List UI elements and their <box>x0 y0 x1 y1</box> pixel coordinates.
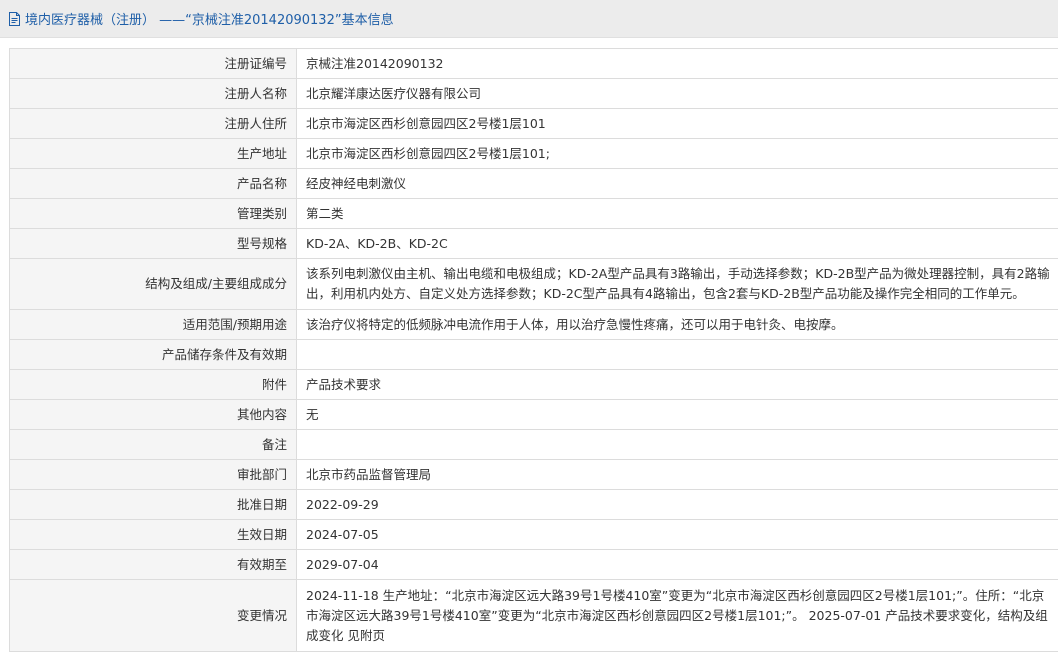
row-label: 生产地址 <box>9 138 297 169</box>
row-label: 有效期至 <box>9 549 297 580</box>
info-table-container: 注册证编号 京械注准20142090132 注册人名称 北京耀洋康达医疗仪器有限公司注… <box>0 38 1058 652</box>
row-label: 其他内容 <box>9 399 297 430</box>
row-value: 该治疗仪将特定的低频脉冲电流作用于人体，用以治疗急慢性疼痛，还可以用于电针灸、电… <box>296 309 1058 340</box>
row-value: 无 <box>296 399 1058 430</box>
row-value: 2024-07-05 <box>296 519 1058 550</box>
table-row-expiry-date: 有效期至 2029-07-04 <box>9 549 1058 580</box>
table-row-structure: 结构及组成/主要组成成分 该系列电刺激仪由主机、输出电缆和电极组成；KD-2A型产… <box>9 258 1058 310</box>
row-label: 变更情况 <box>9 579 297 652</box>
table-row-registrant-name: 注册人名称 北京耀洋康达医疗仪器有限公司 <box>9 78 1058 109</box>
table-row-other: 其他内容无 <box>9 399 1058 430</box>
row-label: 注册人名称 <box>9 78 297 109</box>
row-label: 产品储存条件及有效期 <box>9 339 297 370</box>
table-row-model-spec: 型号规格 KD-2A、KD-2B、KD-2C <box>9 228 1058 259</box>
table-row-remarks: 备注 <box>9 429 1058 460</box>
row-value: 京械注准20142090132 <box>296 48 1058 79</box>
row-value <box>296 429 1058 460</box>
row-value: 经皮神经电刺激仪 <box>296 168 1058 199</box>
row-label: 注册证编号 <box>9 48 297 79</box>
page-title: 境内医疗器械（注册） ——“京械注准20142090132”基本信息 <box>25 13 394 28</box>
row-label: 注册人住所 <box>9 108 297 139</box>
row-label: 生效日期 <box>9 519 297 550</box>
table-row-production-address: 生产地址 北京市海淀区西杉创意园四区2号楼1层101; <box>9 138 1058 169</box>
table-row-attachment: 附件 产品技术要求 <box>9 369 1058 400</box>
row-label: 管理类别 <box>9 198 297 229</box>
row-label: 备注 <box>9 429 297 460</box>
table-row-registrant-address: 注册人住所 北京市海淀区西杉创意园四区2号楼1层101 <box>9 108 1058 139</box>
row-value: 北京耀洋康达医疗仪器有限公司 <box>296 78 1058 109</box>
row-value: 产品技术要求 <box>296 369 1058 400</box>
document-icon <box>8 11 22 26</box>
table-row-storage: 产品储存条件及有效期 <box>9 339 1058 370</box>
row-value: 该系列电刺激仪由主机、输出电缆和电极组成；KD-2A型产品具有3路输出，手动选择… <box>296 258 1058 310</box>
table-row-change-history: 变更情况 2024-11-18 生产地址：“北京市海淀区远大路39号1号楼410室… <box>9 579 1058 652</box>
table-row-product-name: 产品名称 经皮神经电刺激仪 <box>9 168 1058 199</box>
row-value: 2024-11-18 生产地址：“北京市海淀区远大路39号1号楼410室”变更为… <box>296 579 1058 652</box>
table-row-effective-date: 生效日期 2024-07-05 <box>9 519 1058 550</box>
page-header: 境内医疗器械（注册） ——“京械注准20142090132”基本信息 <box>0 0 1058 38</box>
row-value: 北京市海淀区西杉创意园四区2号楼1层101 <box>296 108 1058 139</box>
row-label: 审批部门 <box>9 459 297 490</box>
row-label: 适用范围/预期用途 <box>9 309 297 340</box>
table-row-registration-number: 注册证编号 京械注准20142090132 <box>9 48 1058 79</box>
row-label: 结构及组成/主要组成成分 <box>9 258 297 310</box>
row-value: KD-2A、KD-2B、KD-2C <box>296 228 1058 259</box>
row-value: 第二类 <box>296 198 1058 229</box>
row-value: 北京市海淀区西杉创意园四区2号楼1层101; <box>296 138 1058 169</box>
row-value: 北京市药品监督管理局 <box>296 459 1058 490</box>
row-label: 批准日期 <box>9 489 297 520</box>
row-label: 附件 <box>9 369 297 400</box>
table-row-management-class: 管理类别 第二类 <box>9 198 1058 229</box>
row-value <box>296 339 1058 370</box>
table-row-approval-dept: 审批部门 北京市药品监督管理局 <box>9 459 1058 490</box>
table-row-intended-use: 适用范围/预期用途 该治疗仪将特定的低频脉冲电流作用于人体，用以治疗急慢性疼痛，还… <box>9 309 1058 340</box>
table-row-approval-date: 批准日期 2022-09-29 <box>9 489 1058 520</box>
row-value: 2022-09-29 <box>296 489 1058 520</box>
row-label: 型号规格 <box>9 228 297 259</box>
row-label: 产品名称 <box>9 168 297 199</box>
row-value: 2029-07-04 <box>296 549 1058 580</box>
basic-info-table: 注册证编号 京械注准20142090132 注册人名称 北京耀洋康达医疗仪器有限公司注… <box>9 48 1058 652</box>
